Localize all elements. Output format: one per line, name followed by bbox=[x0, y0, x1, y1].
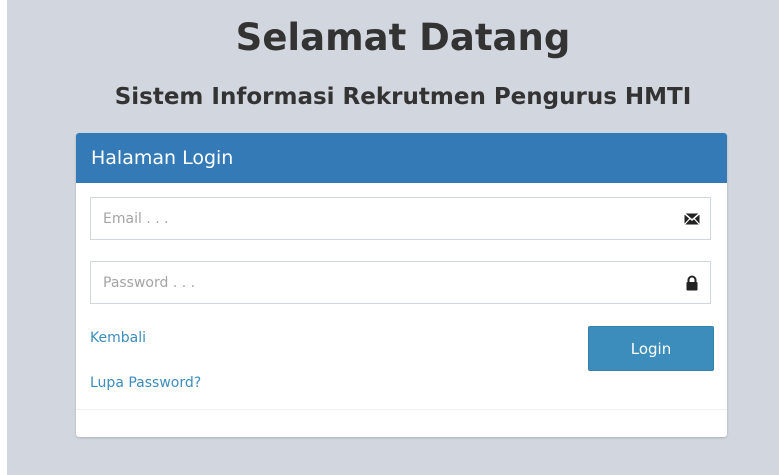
back-link[interactable]: Kembali bbox=[90, 330, 146, 346]
login-panel: Halaman Login Kembali Lupa Password? Log… bbox=[76, 133, 727, 437]
envelope-icon bbox=[684, 212, 700, 225]
login-button[interactable]: Login bbox=[588, 326, 714, 371]
page-subtitle: Sistem Informasi Rekrutmen Pengurus HMTI bbox=[114, 84, 692, 110]
email-field[interactable] bbox=[90, 197, 711, 240]
password-field[interactable] bbox=[90, 261, 711, 304]
password-input[interactable] bbox=[91, 262, 675, 303]
panel-divider bbox=[76, 409, 727, 410]
page-title: Selamat Datang bbox=[235, 16, 571, 59]
panel-header: Halaman Login bbox=[76, 133, 727, 183]
lock-icon bbox=[686, 275, 698, 291]
email-input[interactable] bbox=[91, 198, 675, 239]
forgot-password-link[interactable]: Lupa Password? bbox=[90, 375, 201, 391]
